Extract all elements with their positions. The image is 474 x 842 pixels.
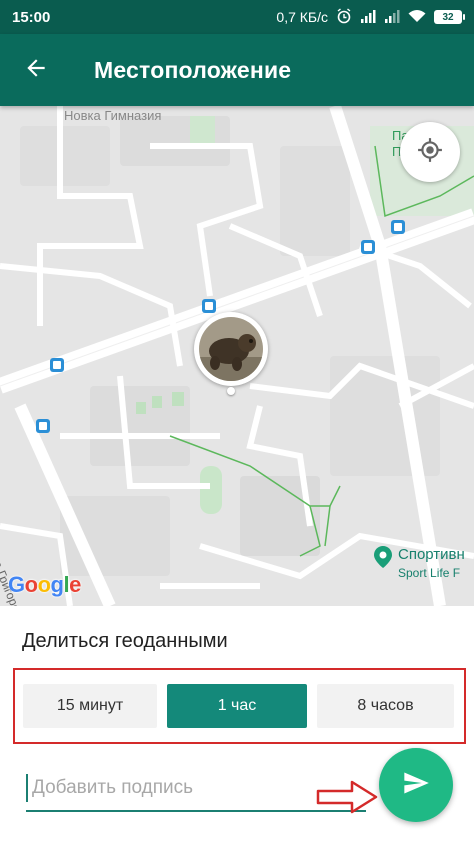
google-logo-letter: g bbox=[50, 572, 64, 597]
duration-option-15-min[interactable]: 15 минут bbox=[23, 684, 157, 728]
tram-stop-icon bbox=[361, 240, 375, 254]
tram-stop-icon bbox=[202, 299, 216, 313]
google-logo-letter: o bbox=[37, 572, 51, 597]
google-logo-letter: o bbox=[24, 572, 38, 597]
battery-icon: 32 bbox=[434, 10, 465, 24]
signal-icon bbox=[384, 9, 400, 26]
battery-level: 32 bbox=[442, 11, 454, 23]
status-time: 15:00 bbox=[12, 8, 51, 26]
caption-field[interactable] bbox=[26, 766, 366, 812]
crosshair-icon bbox=[417, 137, 443, 168]
signal-icon bbox=[360, 9, 376, 26]
duration-option-1-hour[interactable]: 1 час bbox=[167, 684, 307, 728]
back-button[interactable] bbox=[0, 34, 72, 106]
wifi-icon bbox=[408, 9, 426, 26]
share-title: Делиться геоданными bbox=[22, 630, 228, 652]
google-logo: Google bbox=[8, 572, 81, 598]
map-label-top: Новка Гимназия bbox=[64, 108, 162, 123]
poi-subtitle: Sport Life F bbox=[398, 566, 461, 580]
status-bar: 15:00 0,7 КБ/с 32 bbox=[0, 0, 474, 34]
page-title: Местоположение bbox=[94, 56, 292, 83]
avatar bbox=[199, 317, 263, 381]
location-dot bbox=[227, 387, 235, 395]
caption-input[interactable] bbox=[26, 768, 366, 808]
tram-stop-icon bbox=[391, 220, 405, 234]
send-icon bbox=[402, 769, 430, 802]
poi-sport-life[interactable]: Спортивн Sport Life F bbox=[374, 546, 465, 582]
text-cursor bbox=[26, 774, 28, 802]
status-icons: 0,7 КБ/с 32 bbox=[276, 7, 465, 27]
annotation-arrow-icon bbox=[316, 780, 378, 819]
tram-stop-icon bbox=[50, 358, 64, 372]
duration-option-8-hours[interactable]: 8 часов bbox=[317, 684, 454, 728]
google-logo-letter: e bbox=[69, 572, 81, 597]
tram-stop-icon bbox=[36, 419, 50, 433]
google-logo-letter: G bbox=[8, 572, 25, 597]
share-sheet: Делиться геоданными 15 минут 1 час 8 час… bbox=[0, 606, 474, 842]
send-button[interactable] bbox=[379, 748, 453, 822]
network-speed: 0,7 КБ/с bbox=[276, 9, 328, 25]
app-bar: Местоположение bbox=[0, 34, 474, 106]
user-location-marker[interactable] bbox=[194, 312, 268, 386]
my-location-button[interactable] bbox=[400, 122, 460, 182]
alarm-icon bbox=[336, 7, 352, 27]
arrow-left-icon bbox=[23, 55, 49, 86]
poi-name: Спортивн bbox=[398, 546, 465, 563]
map[interactable]: Новка Гимназия Парк Победы ул. Петра Гри… bbox=[0, 106, 474, 606]
map-pin-icon bbox=[374, 546, 392, 568]
